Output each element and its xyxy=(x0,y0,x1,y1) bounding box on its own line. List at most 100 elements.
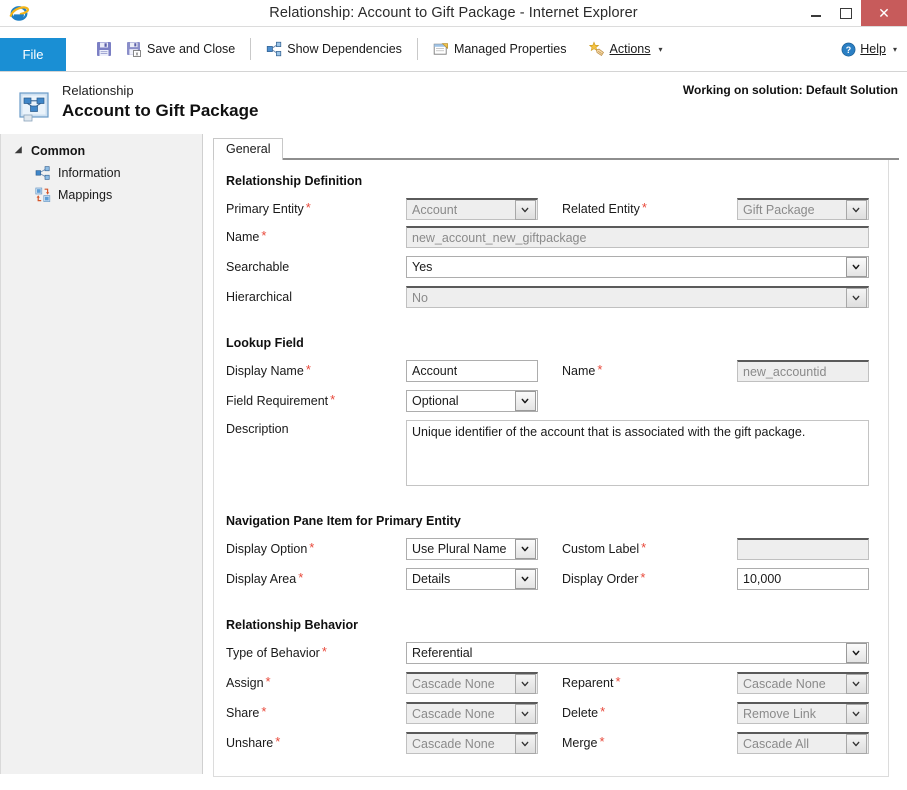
merge-value: Cascade All xyxy=(743,736,810,751)
save-and-close-icon: x xyxy=(127,42,141,57)
custom-label-label: Custom Label * xyxy=(562,540,647,556)
svg-text:?: ? xyxy=(846,44,851,54)
description-textarea[interactable]: Unique identifier of the account that is… xyxy=(406,420,869,486)
required-marker: * xyxy=(309,540,315,555)
relationship-entity-icon xyxy=(19,92,49,122)
searchable-select[interactable]: Yes xyxy=(406,256,869,278)
close-button[interactable]: ✕ xyxy=(861,0,907,26)
row-display-option: Display Option * Use Plural Name Custom L… xyxy=(226,538,888,560)
page-subtitle: Relationship xyxy=(62,83,134,98)
reparent-select[interactable]: Cascade None xyxy=(737,672,869,694)
assign-value: Cascade None xyxy=(412,676,495,691)
related-entity-value: Gift Package xyxy=(743,202,815,217)
unshare-value: Cascade None xyxy=(412,736,495,751)
tab-general[interactable]: General xyxy=(213,138,284,160)
solution-context-label: Working on solution: Default Solution xyxy=(682,83,898,97)
row-description: Description Unique identifier of the acc… xyxy=(226,420,888,486)
section-title-relationship-behavior: Relationship Behavior xyxy=(226,618,358,632)
delete-select[interactable]: Remove Link xyxy=(737,702,869,724)
related-entity-label: Related Entity * xyxy=(562,200,647,216)
tab-strip: General xyxy=(213,138,899,160)
show-dependencies-button[interactable]: Show Dependencies xyxy=(259,39,409,59)
minimize-button[interactable] xyxy=(801,0,831,26)
actions-menu-button[interactable]: Actions ▾ xyxy=(582,39,670,59)
chevron-down-icon xyxy=(514,733,536,754)
field-requirement-value: Optional xyxy=(412,394,459,408)
display-name-input[interactable]: Account xyxy=(406,360,538,382)
delete-label: Delete * xyxy=(562,704,606,720)
display-option-select[interactable]: Use Plural Name xyxy=(406,538,538,560)
window-title: Relationship: Account to Gift Package - … xyxy=(269,5,638,21)
sidebar-item-mappings[interactable]: Mappings xyxy=(15,184,202,206)
row-searchable: Searchable Yes xyxy=(226,256,888,278)
field-requirement-label: Field Requirement * xyxy=(226,392,336,408)
hierarchical-select[interactable]: No xyxy=(406,286,869,308)
display-order-input[interactable]: 10,000 xyxy=(737,568,869,590)
delete-value: Remove Link xyxy=(743,706,816,721)
relationship-name-input[interactable]: new_account_new_giftpackage xyxy=(406,226,869,248)
chevron-down-icon xyxy=(845,199,867,220)
maximize-button[interactable] xyxy=(831,0,861,26)
primary-entity-select[interactable]: Account xyxy=(406,198,538,220)
lookup-name-value: new_accountid xyxy=(743,364,827,379)
lookup-name-input[interactable]: new_accountid xyxy=(737,360,869,382)
row-hierarchical: Hierarchical No xyxy=(226,286,888,308)
required-marker: * xyxy=(305,362,311,377)
row-primary-related-entity: Primary Entity * Account Related Entity * … xyxy=(226,198,888,220)
actions-label: Actions xyxy=(609,41,651,56)
required-marker: * xyxy=(641,200,647,215)
description-label: Description xyxy=(226,422,289,436)
share-value: Cascade None xyxy=(412,706,495,721)
dependencies-icon xyxy=(267,41,282,57)
chevron-down-icon xyxy=(514,673,536,694)
managed-properties-icon xyxy=(433,43,448,55)
lookup-name-label: Name * xyxy=(562,362,603,378)
file-tab[interactable]: File xyxy=(0,38,66,71)
row-share-delete: Share * Cascade None Delete * Remove Link xyxy=(226,702,888,724)
chevron-down-icon xyxy=(514,199,536,220)
merge-select[interactable]: Cascade All xyxy=(737,732,869,754)
help-menu-button[interactable]: ? Help ▾ xyxy=(841,42,897,57)
required-marker: * xyxy=(330,392,336,407)
chevron-down-icon xyxy=(514,569,536,589)
type-of-behavior-select[interactable]: Referential xyxy=(406,642,869,664)
sidebar-item-information[interactable]: Information xyxy=(15,162,202,184)
assign-select[interactable]: Cascade None xyxy=(406,672,538,694)
required-marker: * xyxy=(597,362,603,377)
chevron-down-icon: ▾ xyxy=(658,44,663,54)
body-split: Common Information Mappings General Rela… xyxy=(0,134,907,782)
display-area-value: Details xyxy=(412,572,451,586)
required-marker: * xyxy=(615,674,621,689)
section-title-lookup-field: Lookup Field xyxy=(226,336,304,350)
display-order-value: 10,000 xyxy=(743,572,782,586)
internet-explorer-icon xyxy=(9,6,30,21)
row-field-requirement: Field Requirement * Optional xyxy=(226,390,888,412)
display-area-select[interactable]: Details xyxy=(406,568,538,590)
display-area-label: Display Area * xyxy=(226,570,304,586)
sidebar-group-common[interactable]: Common xyxy=(14,144,202,158)
display-order-label: Display Order * xyxy=(562,570,646,586)
save-and-close-button[interactable]: x Save and Close xyxy=(119,39,242,59)
managed-properties-button[interactable]: Managed Properties xyxy=(426,39,574,59)
information-relationship-icon xyxy=(35,166,50,180)
chevron-down-icon xyxy=(514,391,536,411)
field-requirement-select[interactable]: Optional xyxy=(406,390,538,412)
custom-label-input[interactable] xyxy=(737,538,869,560)
share-select[interactable]: Cascade None xyxy=(406,702,538,724)
mappings-icon xyxy=(35,187,51,202)
show-dependencies-label: Show Dependencies xyxy=(287,41,402,56)
unshare-select[interactable]: Cascade None xyxy=(406,732,538,754)
related-entity-select[interactable]: Gift Package xyxy=(737,198,869,220)
reparent-label: Reparent * xyxy=(562,674,621,690)
page-title: Account to Gift Package xyxy=(62,101,259,120)
required-marker: * xyxy=(321,644,327,659)
help-question-icon: ? xyxy=(841,42,856,56)
required-marker: * xyxy=(261,704,267,719)
title-bar: Relationship: Account to Gift Package - … xyxy=(0,0,907,27)
type-of-behavior-value: Referential xyxy=(412,646,473,660)
chevron-down-icon xyxy=(845,287,867,308)
required-marker: * xyxy=(600,704,606,719)
save-button[interactable] xyxy=(80,39,119,59)
sidebar-item-label: Mappings xyxy=(58,188,113,202)
chevron-down-icon xyxy=(514,703,536,724)
